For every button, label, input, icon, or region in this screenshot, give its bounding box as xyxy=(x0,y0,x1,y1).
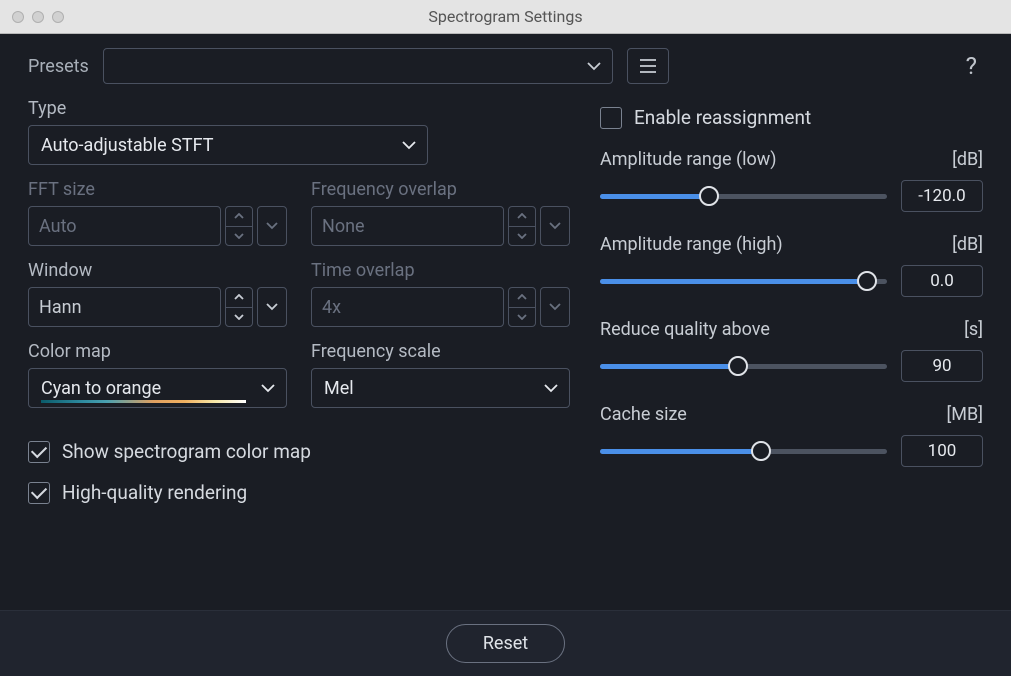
frequency-overlap-stepper xyxy=(508,206,536,246)
caret-down-icon xyxy=(509,227,535,246)
chevron-down-icon xyxy=(260,383,276,393)
time-overlap-field: 4x xyxy=(311,287,570,327)
time-overlap-stepper xyxy=(508,287,536,327)
amp-low-unit: [dB] xyxy=(952,149,983,170)
caret-down-icon xyxy=(226,308,252,327)
caret-down-icon xyxy=(226,227,252,246)
chevron-down-icon xyxy=(543,383,559,393)
amp-high-unit: [dB] xyxy=(952,234,983,255)
time-overlap-value: 4x xyxy=(311,287,504,327)
fft-size-stepper xyxy=(225,206,253,246)
caret-up-icon xyxy=(226,288,252,308)
fft-size-dropdown xyxy=(257,206,287,246)
fft-size-label: FFT size xyxy=(28,179,287,200)
time-overlap-label: Time overlap xyxy=(311,260,570,281)
show-color-map-label: Show spectrogram color map xyxy=(62,440,311,463)
window-stepper[interactable] xyxy=(225,287,253,327)
color-map-gradient-preview xyxy=(41,400,246,403)
frequency-overlap-dropdown xyxy=(540,206,570,246)
type-value: Auto-adjustable STFT xyxy=(41,135,213,156)
enable-reassignment-label: Enable reassignment xyxy=(634,106,811,129)
color-map-label: Color map xyxy=(28,341,287,362)
cache-size-value[interactable]: 100 xyxy=(901,435,983,467)
chevron-down-icon xyxy=(586,61,602,71)
enable-reassignment-checkbox[interactable] xyxy=(600,107,622,129)
time-overlap-dropdown xyxy=(540,287,570,327)
frequency-scale-label: Frequency scale xyxy=(311,341,570,362)
window-field[interactable]: Hann xyxy=(28,287,287,327)
caret-up-icon xyxy=(226,207,252,227)
amp-low-slider[interactable] xyxy=(600,185,887,207)
reduce-quality-label: Reduce quality above xyxy=(600,319,770,340)
amp-high-label: Amplitude range (high) xyxy=(600,234,783,255)
menu-icon xyxy=(638,58,658,74)
window-value: Hann xyxy=(28,287,221,327)
cache-size-label: Cache size xyxy=(600,404,687,425)
reduce-quality-unit: [s] xyxy=(964,319,983,340)
presets-label: Presets xyxy=(28,56,89,77)
amp-low-value[interactable]: -120.0 xyxy=(901,180,983,212)
chevron-down-icon xyxy=(401,140,417,150)
fft-size-value: Auto xyxy=(28,206,221,246)
frequency-scale-select[interactable]: Mel xyxy=(311,368,570,408)
footer-bar: Reset xyxy=(0,610,1011,676)
type-label: Type xyxy=(28,98,570,119)
reduce-quality-value[interactable]: 90 xyxy=(901,350,983,382)
cache-size-unit: [MB] xyxy=(947,404,983,425)
hq-rendering-checkbox[interactable] xyxy=(28,482,50,504)
frequency-overlap-label: Frequency overlap xyxy=(311,179,570,200)
help-button[interactable]: ? xyxy=(966,52,983,80)
show-color-map-checkbox[interactable] xyxy=(28,441,50,463)
frequency-overlap-field: None xyxy=(311,206,570,246)
presets-select[interactable] xyxy=(103,48,613,84)
window-title: Spectrogram Settings xyxy=(0,7,1011,26)
caret-up-icon xyxy=(509,288,535,308)
amp-low-label: Amplitude range (low) xyxy=(600,149,777,170)
type-select[interactable]: Auto-adjustable STFT xyxy=(28,125,428,165)
caret-up-icon xyxy=(509,207,535,227)
caret-down-icon xyxy=(509,308,535,327)
reduce-quality-slider[interactable] xyxy=(600,355,887,377)
titlebar: Spectrogram Settings xyxy=(0,0,1011,34)
window-dropdown[interactable] xyxy=(257,287,287,327)
reset-button[interactable]: Reset xyxy=(446,624,565,663)
color-map-value: Cyan to orange xyxy=(41,378,161,399)
frequency-overlap-value: None xyxy=(311,206,504,246)
window-label: Window xyxy=(28,260,287,281)
hq-rendering-label: High-quality rendering xyxy=(62,481,247,504)
amp-high-slider[interactable] xyxy=(600,270,887,292)
frequency-scale-value: Mel xyxy=(324,378,354,399)
fft-size-field: Auto xyxy=(28,206,287,246)
color-map-select[interactable]: Cyan to orange xyxy=(28,368,287,408)
cache-size-slider[interactable] xyxy=(600,440,887,462)
presets-menu-button[interactable] xyxy=(627,48,669,84)
amp-high-value[interactable]: 0.0 xyxy=(901,265,983,297)
